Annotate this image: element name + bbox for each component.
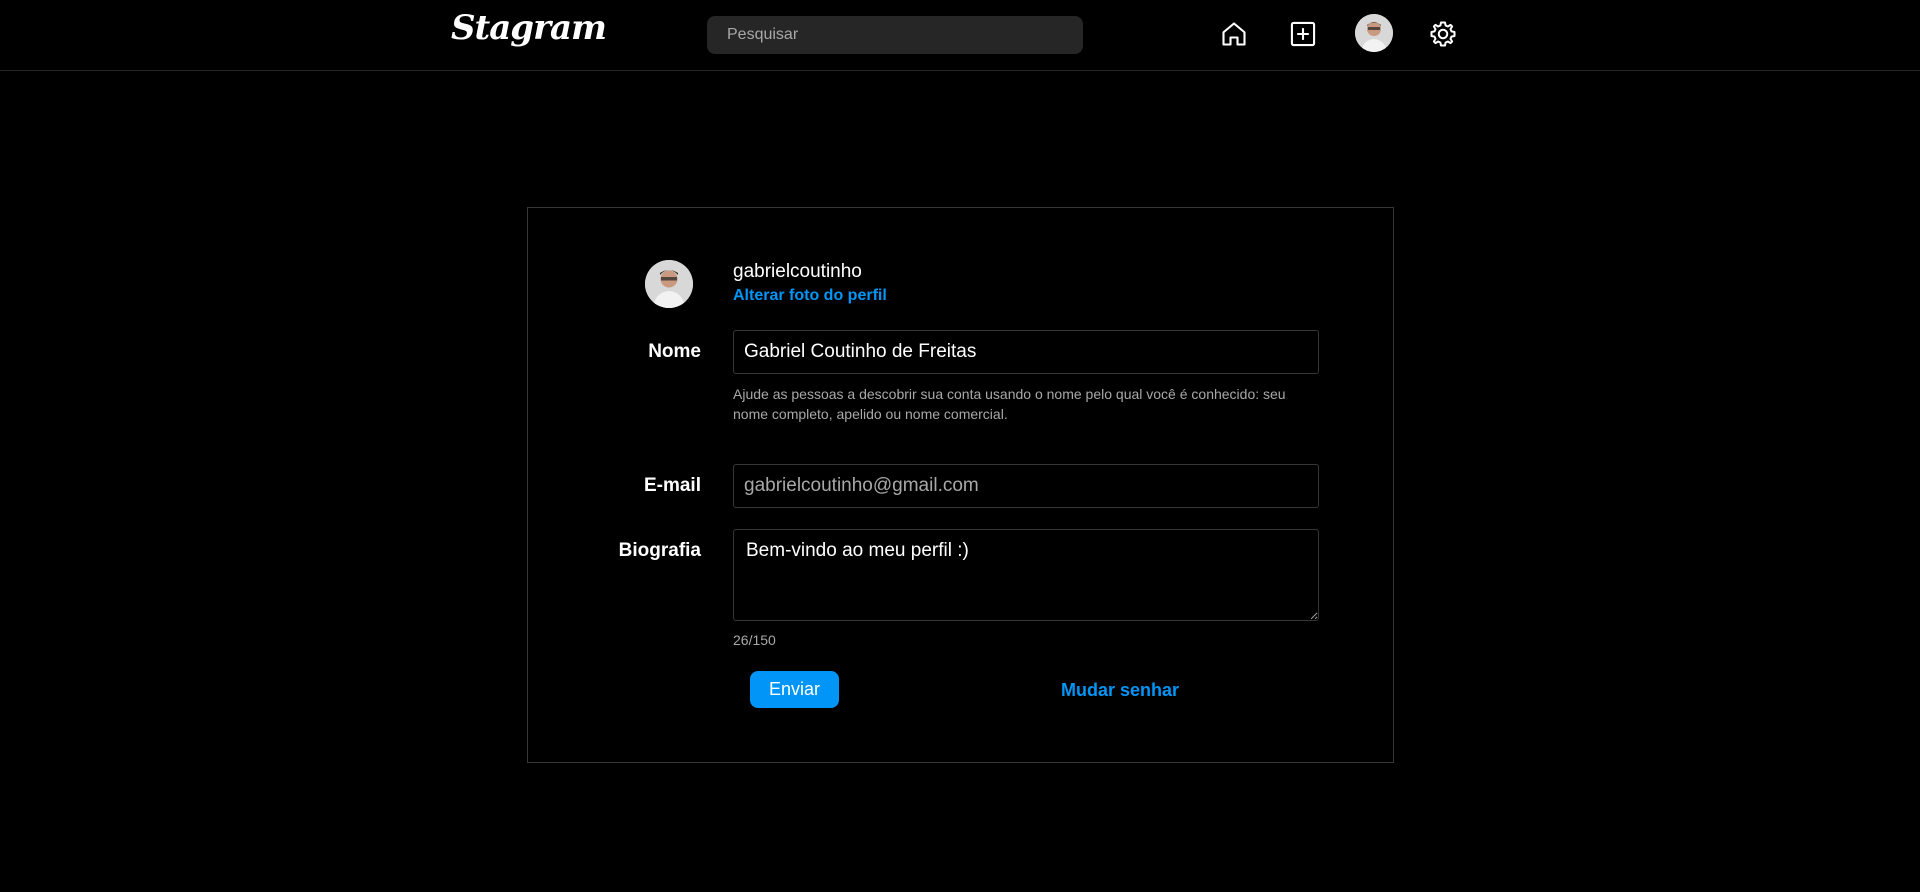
top-navigation-bar: Stagram — [0, 0, 1920, 71]
bio-character-counter: 26/150 — [733, 632, 776, 648]
name-help-text: Ajude as pessoas a descobrir sua conta u… — [733, 386, 1286, 422]
home-icon[interactable] — [1218, 18, 1250, 50]
email-label: E-mail — [643, 475, 701, 496]
gear-icon[interactable] — [1427, 18, 1459, 50]
profile-avatar-button[interactable] — [1355, 14, 1393, 52]
profile-username: gabrielcoutinho — [733, 261, 862, 282]
bio-textarea[interactable]: Bem-vindo ao meu perfil :) — [733, 529, 1319, 621]
add-post-icon[interactable] — [1287, 18, 1319, 50]
search-input[interactable] — [707, 16, 1083, 54]
app-logo[interactable]: Stagram — [451, 8, 607, 48]
name-label: Nome — [648, 341, 701, 362]
change-profile-photo-link[interactable]: Alterar foto do perfil — [733, 287, 887, 305]
profile-photo — [645, 260, 693, 308]
name-field[interactable] — [733, 330, 1319, 374]
email-field[interactable] — [733, 464, 1319, 508]
avatar — [1355, 14, 1393, 52]
submit-button[interactable]: Enviar — [750, 671, 839, 708]
edit-profile-card: gabrielcoutinho Alterar foto do perfil N… — [527, 207, 1394, 763]
change-password-link[interactable]: Mudar senhar — [1061, 680, 1179, 701]
bio-label: Biografia — [618, 540, 701, 561]
